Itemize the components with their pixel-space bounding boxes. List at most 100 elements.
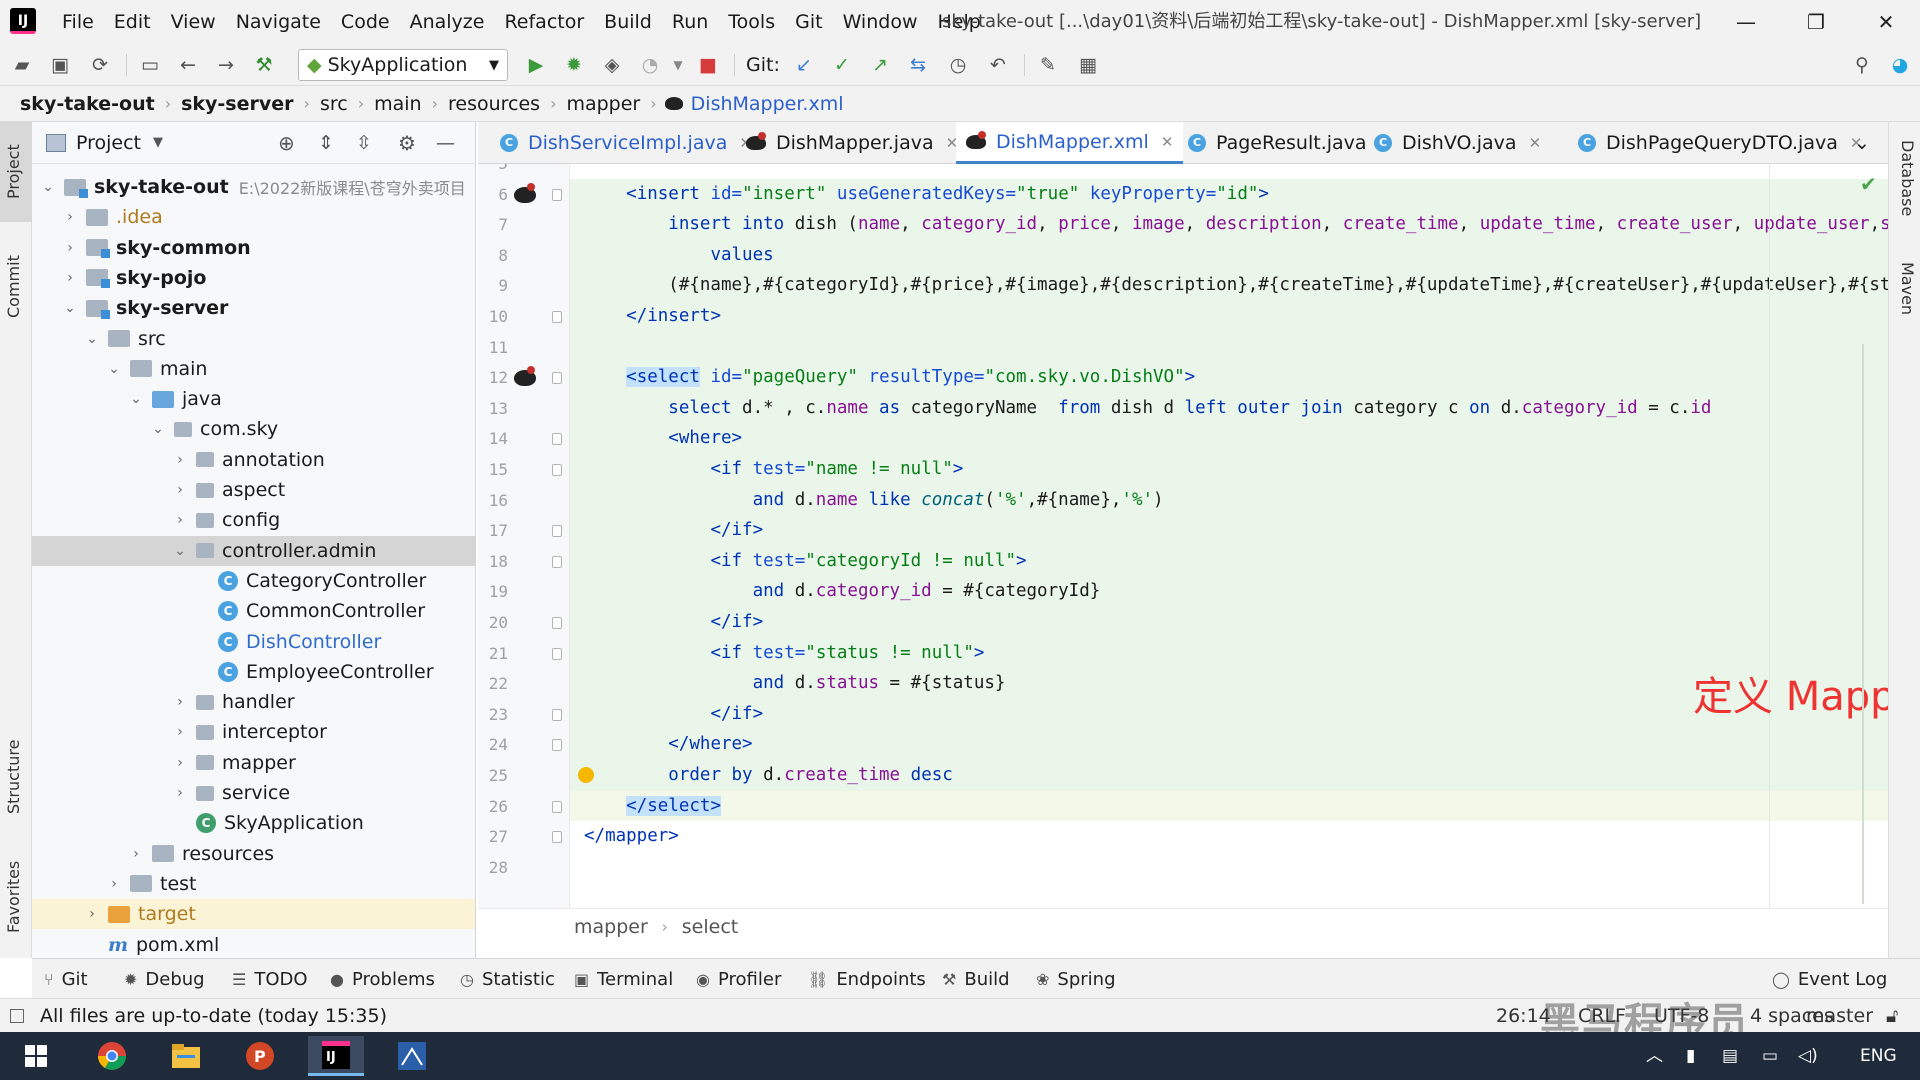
chevron-right-icon[interactable]: › xyxy=(172,785,188,801)
code-line[interactable]: </mapper> xyxy=(584,821,679,851)
toolbox-icon[interactable]: ◕ xyxy=(1886,51,1914,79)
intellij-taskbar-icon[interactable]: IJ xyxy=(308,1036,364,1076)
tree-item[interactable]: › test xyxy=(32,869,475,899)
bottom-tool-problems[interactable]: ● Problems xyxy=(330,959,435,999)
search-everywhere-icon[interactable]: ⚲ xyxy=(1848,51,1876,79)
tree-item[interactable]: C CategoryController xyxy=(32,566,475,596)
fold-marker-icon[interactable] xyxy=(552,433,562,446)
code-line[interactable]: </if> xyxy=(584,607,763,637)
coverage-icon[interactable]: ◈ xyxy=(598,51,626,79)
git-commit-icon[interactable]: ✓ xyxy=(828,51,856,79)
profile-icon[interactable]: ◔ xyxy=(636,51,664,79)
tree-item[interactable]: › mapper xyxy=(32,748,475,778)
chevron-right-icon[interactable]: › xyxy=(172,724,188,740)
bottom-tool-build[interactable]: ⚒ Build xyxy=(942,959,1010,999)
fold-marker-icon[interactable] xyxy=(552,647,562,660)
code-line[interactable]: </if> xyxy=(584,515,763,545)
git-history-icon[interactable]: ◷ xyxy=(944,51,972,79)
git-update-icon[interactable]: ↙ xyxy=(790,51,818,79)
tree-item[interactable]: ⌄ com.sky xyxy=(32,414,475,444)
menu-file[interactable]: File xyxy=(52,11,104,33)
editor-tab[interactable]: DishMapper.xml ✕ xyxy=(956,122,1184,164)
tray-chevron-up-icon[interactable]: ︿ xyxy=(1646,1032,1663,1080)
bottom-tool-todo[interactable]: ☰ TODO xyxy=(232,959,308,999)
gear-icon[interactable]: ⚙ xyxy=(398,131,416,155)
tray-monitor-icon[interactable]: ▭ xyxy=(1762,1032,1778,1080)
build-hammer-icon[interactable]: ⚒ xyxy=(250,51,278,79)
bottom-tool-debug[interactable]: ✹ Debug xyxy=(124,959,205,999)
tree-item[interactable]: ⌄ sky-server xyxy=(32,293,475,323)
tool-window-maven[interactable]: Maven xyxy=(1893,262,1917,352)
tray-device-icon[interactable]: ▮ xyxy=(1686,1032,1695,1080)
code-editor[interactable]: 5 6 7 8 9 10 11 12 13 14 15 16 17 18 19 20 21 22 23 24 25 26 2… xyxy=(478,164,1888,908)
chevron-right-icon[interactable]: › xyxy=(106,876,122,892)
git-rollback-icon[interactable]: ↶ xyxy=(984,51,1012,79)
code-line[interactable]: and d.category_id = #{categoryId} xyxy=(584,576,1101,606)
menu-build[interactable]: Build xyxy=(594,11,662,33)
chevron-right-icon[interactable]: › xyxy=(172,512,188,528)
menu-view[interactable]: View xyxy=(161,11,226,33)
app-taskbar-icon[interactable] xyxy=(384,1036,440,1076)
hide-panel-icon[interactable]: — xyxy=(436,132,455,154)
tool-window-commit[interactable]: Commit xyxy=(4,242,28,332)
editor-crumb-select[interactable]: select xyxy=(682,916,738,938)
editor-scrollbar[interactable] xyxy=(1862,344,1872,904)
fold-marker-icon[interactable] xyxy=(552,372,562,385)
chevron-down-icon[interactable]: ⌄ xyxy=(172,543,188,559)
tree-item[interactable]: ⌄ controller.admin xyxy=(32,535,475,566)
tool-window-project[interactable]: Project xyxy=(4,132,28,212)
code-line[interactable]: </where> xyxy=(584,729,752,759)
tree-item[interactable]: C DishController xyxy=(32,627,475,657)
menu-code[interactable]: Code xyxy=(331,11,400,33)
tool-window-structure[interactable]: Structure xyxy=(4,722,28,832)
tree-item[interactable]: › service xyxy=(32,778,475,808)
chevron-right-icon[interactable]: › xyxy=(62,209,78,225)
tree-item[interactable]: ⌄ main xyxy=(32,354,475,384)
tree-item[interactable]: › sky-common xyxy=(32,233,475,263)
run-icon[interactable]: ▶ xyxy=(522,51,550,79)
tree-item[interactable]: › annotation xyxy=(32,445,475,475)
chrome-icon[interactable] xyxy=(84,1036,140,1076)
tree-item[interactable]: › handler xyxy=(32,687,475,717)
menu-edit[interactable]: Edit xyxy=(104,11,161,33)
close-window-icon[interactable]: ✕ xyxy=(1856,0,1916,44)
code-line[interactable]: <where> xyxy=(584,423,742,453)
inspection-ok-check-icon[interactable]: ✔ xyxy=(1860,172,1877,196)
menu-analyze[interactable]: Analyze xyxy=(400,11,495,33)
git-branch[interactable]: master xyxy=(1806,999,1873,1033)
chevron-right-icon[interactable]: › xyxy=(172,482,188,498)
close-tab-icon[interactable]: ✕ xyxy=(1161,133,1174,151)
chevron-down-icon[interactable]: ▼ xyxy=(153,135,163,150)
mybatis-navigate-icon[interactable] xyxy=(514,182,536,203)
code-line[interactable]: </insert> xyxy=(584,301,721,331)
back-icon[interactable]: ← xyxy=(174,51,202,79)
tree-item[interactable]: › target xyxy=(32,899,475,930)
tree-item[interactable]: ⌄ sky-take-out E:\2022新版课程\苍穹外卖项目 xyxy=(32,172,475,202)
git-push-icon[interactable]: ↗ xyxy=(866,51,894,79)
tree-item[interactable]: ⌄ java xyxy=(32,384,475,414)
code-line[interactable]: <if test="status != null"> xyxy=(584,638,984,668)
menu-run[interactable]: Run xyxy=(662,11,718,33)
chevron-right-icon[interactable]: › xyxy=(84,906,100,922)
code-line[interactable]: insert into dish (name, category_id, pri… xyxy=(584,209,1888,239)
menu-git[interactable]: Git xyxy=(785,11,832,33)
bottom-tool-terminal[interactable]: ▣ Terminal xyxy=(574,959,673,999)
tool-window-favorites[interactable]: Favorites xyxy=(4,842,28,952)
sync-icon[interactable]: ⟳ xyxy=(86,51,114,79)
fold-marker-icon[interactable] xyxy=(552,188,562,201)
tree-item[interactable]: › .idea xyxy=(32,202,475,232)
tabs-overflow-chevron-icon[interactable]: ⌄ xyxy=(1854,122,1870,164)
tree-item[interactable]: C CommonController xyxy=(32,596,475,626)
project-structure-icon[interactable]: ▦ xyxy=(1074,51,1102,79)
tree-item[interactable]: › aspect xyxy=(32,475,475,505)
stop-icon[interactable]: ■ xyxy=(694,51,722,79)
fold-marker-icon[interactable] xyxy=(552,525,562,538)
profile-dropdown-icon[interactable]: ▼ xyxy=(664,51,692,79)
tray-network-icon[interactable]: ▤ xyxy=(1722,1032,1738,1080)
forward-icon[interactable]: → xyxy=(212,51,240,79)
windows-start-icon[interactable] xyxy=(8,1036,64,1076)
debug-bug-icon[interactable]: ✹ xyxy=(560,51,588,79)
tree-item[interactable]: › resources xyxy=(32,839,475,869)
menu-navigate[interactable]: Navigate xyxy=(226,11,331,33)
code-line[interactable]: and d.status = #{status} xyxy=(584,668,1006,698)
